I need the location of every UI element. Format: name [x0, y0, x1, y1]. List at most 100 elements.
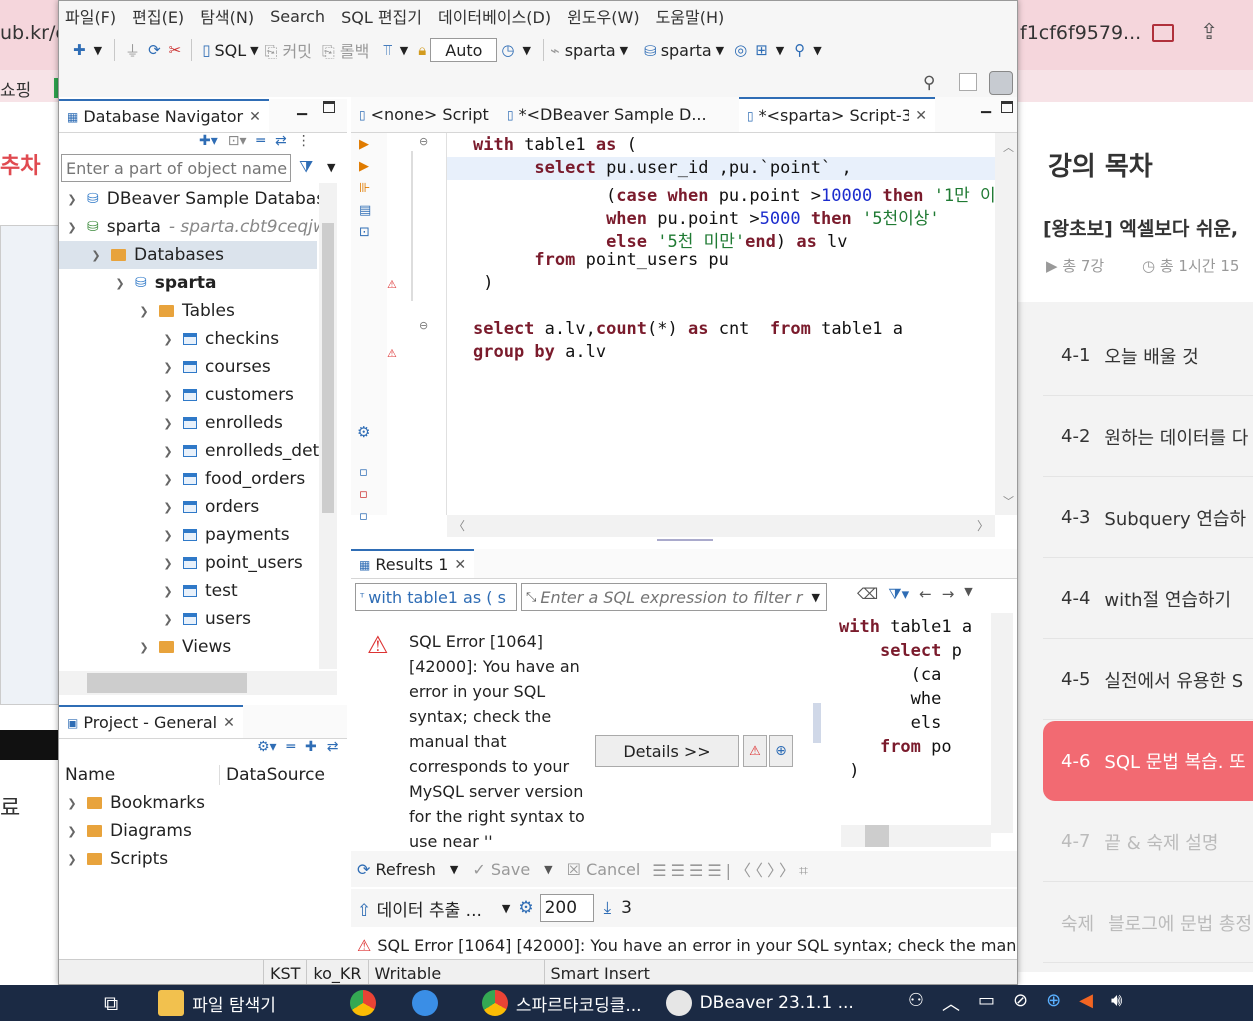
transaction-mode-dropdown[interactable]: ▼: [400, 44, 408, 57]
tab-results-1[interactable]: ▦ Results 1 ✕: [351, 549, 475, 578]
tree-node-table[interactable]: ❯ customers: [161, 381, 294, 409]
database-tasks-icon[interactable]: ⊞: [755, 41, 768, 59]
sql-editor-dropdown[interactable]: ▼: [250, 44, 258, 57]
scroll-right-icon[interactable]: 〉: [977, 517, 989, 534]
browser-tab-fragment[interactable]: f1cf6f9579...: [1020, 22, 1141, 44]
project-col-datasource[interactable]: DataSource: [219, 765, 325, 785]
chevron-right-icon[interactable]: ❯: [65, 825, 79, 838]
sync-icon[interactable]: ⊘: [1013, 990, 1028, 1016]
chevron-right-icon[interactable]: ❯: [161, 445, 175, 458]
active-schema-selector[interactable]: ⛁ sparta: [640, 41, 712, 60]
tree-node-views[interactable]: ❯ Views: [137, 633, 231, 661]
taskbar-chrome-window[interactable]: 스파르타코딩클...: [481, 990, 642, 1016]
cast-icon[interactable]: [1152, 24, 1174, 42]
collapse-all-icon[interactable]: ═: [287, 739, 295, 755]
chevron-down-icon[interactable]: ❯: [137, 305, 151, 318]
active-datasource-selector[interactable]: ⌁ sparta: [550, 41, 616, 60]
collapse-all-icon[interactable]: ═: [257, 133, 265, 153]
export-button[interactable]: ⇧ 데이터 추출 ...: [357, 896, 482, 921]
tree-node-table[interactable]: ❯ food_orders: [161, 465, 305, 493]
tree-node-table[interactable]: ❯ enrolleds_deta: [161, 437, 329, 465]
close-icon[interactable]: ✕: [249, 109, 261, 125]
transaction-mode-icon[interactable]: ⫪: [383, 41, 391, 59]
error-marker-icon[interactable]: ⚠: [387, 347, 397, 360]
lesson-item[interactable]: 4-6 SQL 문법 복습. 또: [1043, 721, 1253, 801]
chevron-down-icon[interactable]: ❯: [89, 249, 103, 262]
lesson-item[interactable]: 4-7 끝 & 숙제 설명: [1043, 802, 1253, 882]
export-script-icon[interactable]: ▫: [359, 509, 368, 524]
export-dropdown[interactable]: ▼: [502, 902, 510, 915]
fetch-settings-icon[interactable]: ⚙: [518, 898, 533, 918]
editor-tab[interactable]: ▯ *<sparta> Script-3 ✕: [739, 97, 935, 132]
new-connection-icon[interactable]: ✚▾: [199, 133, 218, 153]
refresh-dropdown[interactable]: ▼: [450, 863, 458, 876]
chevron-right-icon[interactable]: ❯: [161, 361, 175, 374]
explain-plan-icon[interactable]: ▤: [359, 203, 371, 218]
tree-node-table[interactable]: ❯ courses: [161, 353, 270, 381]
chevron-down-icon[interactable]: ❯: [65, 221, 79, 234]
vpn-icon[interactable]: ⊕: [1046, 990, 1061, 1016]
expand-filter-icon[interactable]: ⤡: [526, 590, 536, 605]
project-item[interactable]: ❯ Diagrams: [65, 817, 191, 845]
chevron-right-icon[interactable]: ❯: [161, 333, 175, 346]
tree-node-table[interactable]: ❯ payments: [161, 521, 289, 549]
scroll-up-icon[interactable]: ︿: [1003, 139, 1014, 155]
chevron-down-icon[interactable]: ❯: [113, 277, 127, 290]
scroll-left-icon[interactable]: 〈: [453, 517, 465, 534]
chevron-right-icon[interactable]: ❯: [65, 797, 79, 810]
minimize-icon[interactable]: ▁: [297, 101, 307, 116]
editor-tab[interactable]: ▯ *<DBeaver Sample D...: [499, 97, 739, 132]
navigator-filter-field[interactable]: [61, 154, 291, 182]
panel-splitter[interactable]: [813, 703, 821, 743]
fetch-all-icon[interactable]: ⤓: [604, 898, 612, 918]
volume-icon[interactable]: 🔊︎: [1111, 990, 1122, 1016]
save-button[interactable]: ✓ Save: [472, 860, 530, 879]
error-log-icon[interactable]: ⚠: [743, 735, 767, 767]
menu-item[interactable]: 탐색(N): [200, 4, 254, 28]
schema-dropdown[interactable]: ▼: [716, 44, 724, 57]
chevron-right-icon[interactable]: ❯: [161, 557, 175, 570]
new-connection-dropdown[interactable]: ▼: [94, 44, 102, 57]
execution-log-icon[interactable]: ⊕: [769, 735, 793, 767]
chevron-right-icon[interactable]: ❯: [161, 529, 175, 542]
details-button[interactable]: Details >>: [595, 735, 739, 767]
forward-icon[interactable]: →: [942, 585, 955, 603]
tree-node-sparta-db[interactable]: ❯ ⛁ sparta: [113, 269, 216, 297]
quick-search-icon[interactable]: ⚲: [923, 73, 935, 93]
chevron-right-icon[interactable]: ❯: [161, 389, 175, 402]
navigator-vertical-scrollbar[interactable]: [319, 183, 337, 669]
tasks-dropdown[interactable]: ▼: [776, 44, 784, 57]
code-area[interactable]: with table1 as ( select pu.user_id ,pu.`…: [447, 133, 1017, 515]
scroll-down-icon[interactable]: ﹀: [1003, 493, 1014, 509]
dbeaver-perspective-icon[interactable]: [989, 71, 1013, 95]
taskbar-file-explorer[interactable]: 파일 탐색기: [158, 990, 276, 1016]
erase-filter-icon[interactable]: ⌫: [857, 585, 878, 603]
project-item[interactable]: ❯ Scripts: [65, 845, 168, 873]
tree-node-table[interactable]: ❯ test: [161, 577, 237, 605]
lesson-item[interactable]: 4-3 Subquery 연습하: [1043, 478, 1253, 558]
configure-icon[interactable]: ⚙▾: [257, 739, 277, 755]
panel-sash[interactable]: [657, 539, 713, 545]
menu-item[interactable]: 편집(E): [132, 4, 184, 28]
chevron-right-icon[interactable]: ❯: [161, 501, 175, 514]
open-script-icon[interactable]: ▫: [359, 487, 368, 502]
bookmark-item[interactable]: 쇼핑: [0, 76, 31, 101]
tree-node-table[interactable]: ❯ point_users: [161, 549, 302, 577]
chevron-right-icon[interactable]: ❯: [161, 473, 175, 486]
history-dropdown[interactable]: ▼: [523, 44, 531, 57]
open-perspective-icon[interactable]: [959, 73, 977, 91]
tree-node-databases[interactable]: ❯ Databases: [59, 241, 317, 269]
side-vertical-scrollbar[interactable]: [991, 613, 1013, 833]
tree-node-table[interactable]: ❯ checkins: [161, 325, 279, 353]
maximize-icon[interactable]: [323, 101, 335, 113]
navigator-filter-input[interactable]: [66, 158, 290, 178]
tab-project-general[interactable]: ▣ Project - General ✕: [59, 705, 243, 738]
people-icon[interactable]: ⚇: [908, 990, 924, 1016]
tab-database-navigator[interactable]: ▦ Database Navigator ✕: [59, 99, 269, 132]
minimize-icon[interactable]: ▁: [981, 99, 991, 114]
tree-node-table[interactable]: ❯ enrolleds: [161, 409, 282, 437]
fold-icon[interactable]: ⊖: [419, 135, 428, 148]
navigator-horizontal-scrollbar[interactable]: [59, 671, 337, 695]
link-editor-icon[interactable]: ⇄: [275, 133, 287, 153]
load-plan-icon[interactable]: ⊡: [359, 225, 370, 240]
